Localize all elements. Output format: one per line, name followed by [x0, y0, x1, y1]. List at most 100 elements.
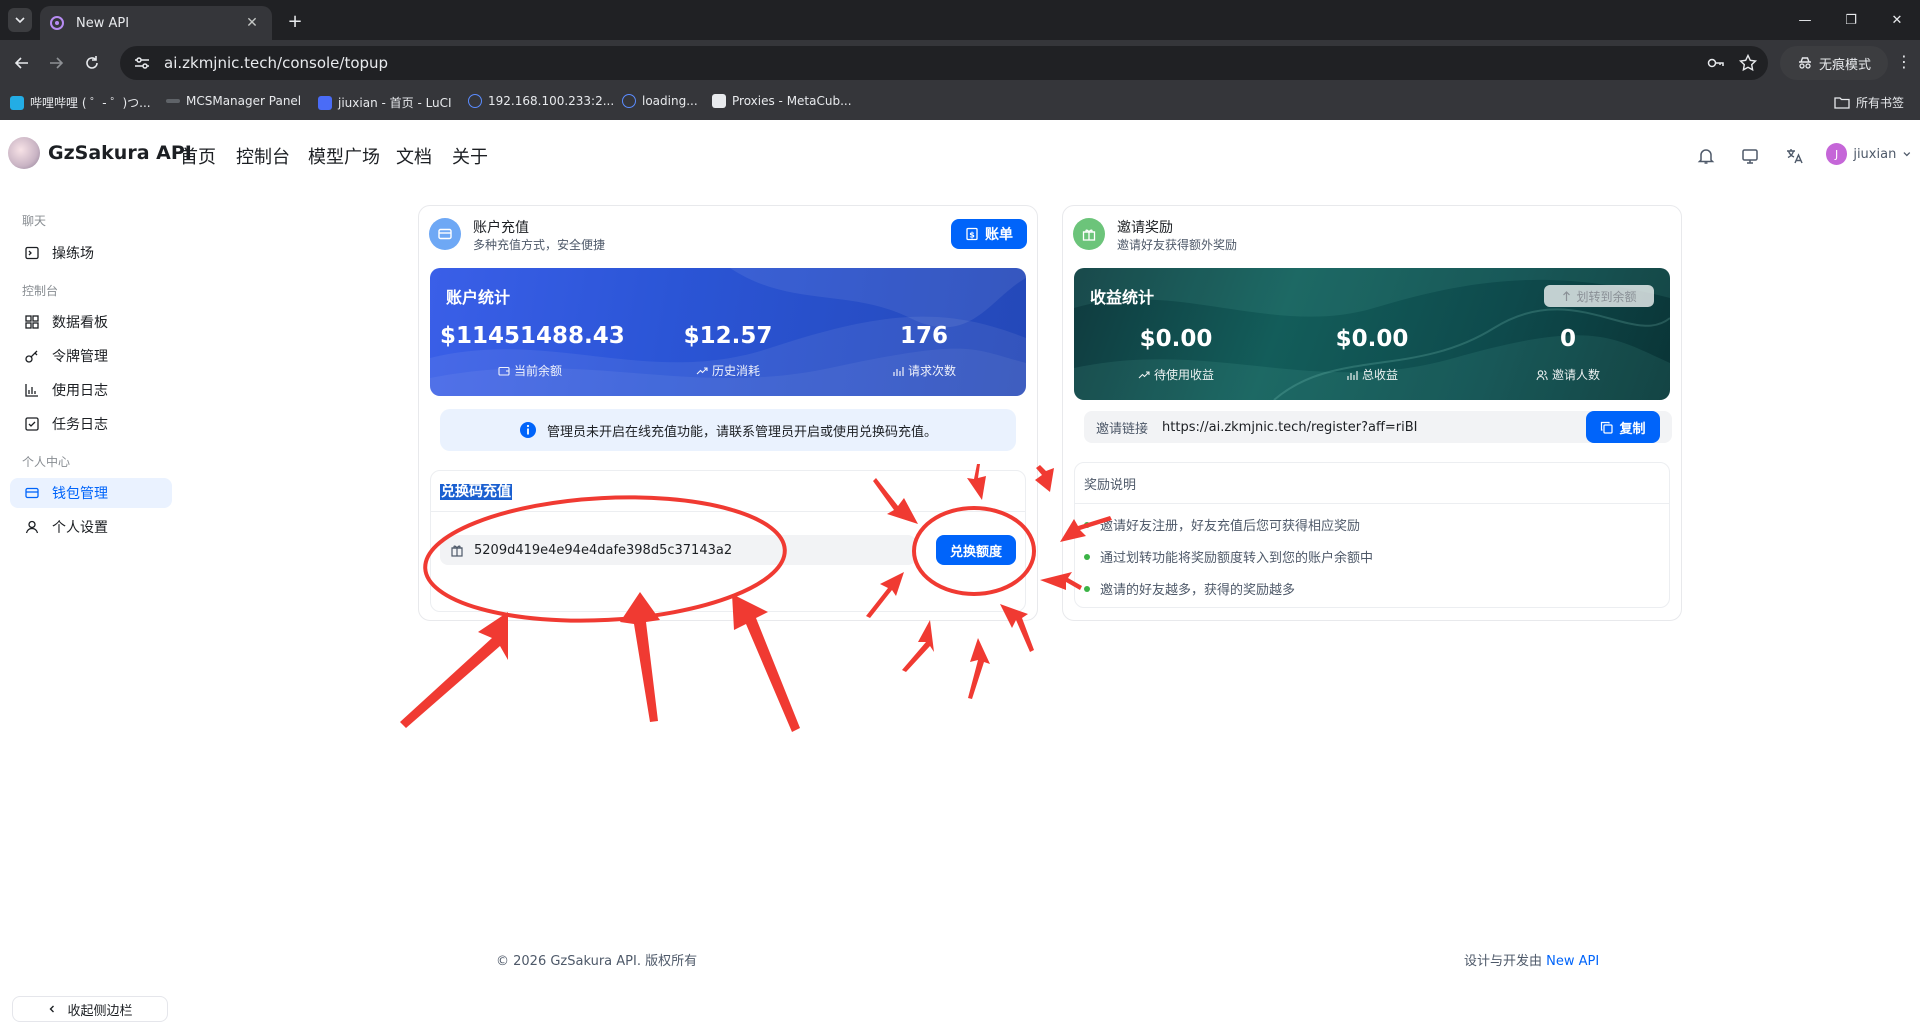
language-button[interactable] — [1778, 140, 1810, 172]
bookmark-item[interactable]: loading... — [622, 94, 698, 108]
requests-label: 请求次数 — [834, 362, 1014, 379]
bookmark-star-icon[interactable] — [1738, 53, 1758, 73]
balance-value: $11451488.43 — [440, 323, 625, 349]
bookmark-item[interactable]: jiuxian - 首页 - LuCI — [318, 94, 452, 111]
incognito-indicator[interactable]: 无痕模式 — [1780, 46, 1888, 80]
all-bookmarks-button[interactable]: 所有书签 — [1834, 94, 1904, 111]
sidebar-item-dashboard[interactable]: 数据看板 — [10, 307, 172, 337]
url-text: ai.zkmjnic.tech/console/topup — [164, 54, 389, 72]
redeem-button[interactable]: 兑换额度 — [936, 535, 1016, 565]
reload-button[interactable] — [78, 50, 106, 76]
nav-about[interactable]: 关于 — [452, 143, 488, 169]
forward-button[interactable] — [42, 50, 70, 76]
spent-label: 历史消耗 — [638, 362, 818, 379]
credit-card-icon — [429, 218, 461, 250]
invite-link-value: https://ai.zkmjnic.tech/register?aff=riB… — [1162, 419, 1418, 435]
sidebar-item-playground[interactable]: 操练场 — [10, 238, 172, 268]
nav-console[interactable]: 控制台 — [236, 143, 290, 169]
site-info-icon[interactable] — [132, 53, 152, 73]
password-key-icon[interactable] — [1706, 53, 1726, 73]
annotation-arrow — [902, 620, 934, 672]
sidebar-section-console: 控制台 — [22, 284, 59, 298]
bilibili-icon — [10, 95, 24, 110]
brand-name[interactable]: GzSakura API — [48, 142, 192, 164]
annotation-arrow — [400, 612, 508, 728]
arrow-right-icon — [50, 57, 64, 69]
spent-value: $12.57 — [683, 323, 773, 349]
bar-chart-icon — [25, 384, 38, 397]
bill-button[interactable]: $ 账单 — [951, 219, 1027, 249]
invite-link-label: 邀请链接 — [1096, 421, 1149, 437]
user-menu[interactable]: J jiuxian — [1820, 138, 1912, 170]
browser-menu-icon[interactable]: ⋮ — [1896, 52, 1912, 71]
reload-icon — [86, 56, 98, 69]
account-stats-title: 账户统计 — [446, 288, 511, 307]
bullet-dot — [1084, 521, 1090, 528]
site-logo[interactable] — [8, 137, 40, 169]
copy-icon — [1601, 421, 1614, 434]
footer-copyright: © 2026 GzSakura API. 版权所有 — [496, 954, 698, 969]
reward-rule-item: 邀请好友注册，好友充值后您可获得相应奖励 — [1084, 515, 1360, 534]
invite-link-field[interactable]: 邀请链接 https://ai.zkmjnic.tech/register?af… — [1084, 411, 1672, 443]
sidebar-item-settings[interactable]: 个人设置 — [10, 512, 172, 542]
close-tab-icon[interactable]: ✕ — [242, 13, 262, 33]
tab-active[interactable]: New API ✕ — [40, 6, 272, 40]
tab-title: New API — [76, 15, 130, 31]
invite-count-label: 邀请人数 — [1478, 366, 1658, 383]
annotation-arrow — [968, 638, 990, 699]
topup-title: 账户充值 — [473, 220, 529, 236]
bookmark-item[interactable]: Proxies - MetaCub... — [712, 94, 852, 108]
nav-docs[interactable]: 文档 — [396, 143, 432, 169]
mcsmanager-icon — [166, 99, 180, 103]
back-button[interactable] — [8, 50, 36, 76]
earnings-stats-title: 收益统计 — [1090, 288, 1155, 307]
incognito-label: 无痕模式 — [1818, 57, 1871, 73]
avatar: J — [1826, 143, 1848, 165]
notification-button[interactable] — [1690, 140, 1722, 172]
nav-models[interactable]: 模型广场 — [308, 143, 380, 169]
invite-subtitle: 邀请好友获得额外奖励 — [1117, 238, 1238, 252]
nav-home[interactable]: 首页 — [180, 143, 216, 169]
bell-icon — [1697, 149, 1715, 164]
chevron-down-icon — [1903, 152, 1911, 157]
restore-icon[interactable]: ❐ — [1828, 0, 1874, 40]
browser-chrome: New API ✕ + — ❐ ✕ ai.zkmjnic.tech/consol… — [0, 0, 1920, 120]
sidebar-item-wallet[interactable]: 钱包管理 — [10, 478, 172, 508]
reward-rules-title: 奖励说明 — [1084, 478, 1137, 493]
luci-icon — [318, 95, 332, 110]
address-bar[interactable]: ai.zkmjnic.tech/console/topup — [120, 46, 1768, 80]
bookmark-item[interactable]: 192.168.100.233:2... — [468, 94, 614, 108]
sidebar-item-task-log[interactable]: 任务日志 — [10, 409, 172, 439]
globe-icon — [468, 94, 482, 108]
redeem-code-input[interactable]: 5209d419e4e94e4dafe398d5c37143a2 — [440, 535, 916, 565]
close-window-icon[interactable]: ✕ — [1874, 0, 1920, 40]
window-controls: — ❐ ✕ — [1782, 0, 1920, 40]
earnings-stats-panel: 收益统计 划转到余额 $0.00 待使用收益 $0.00 总收益 0 邀请人数 — [1074, 268, 1670, 400]
bar-chart-icon — [1347, 370, 1358, 380]
new-tab-button[interactable]: + — [284, 10, 306, 32]
bookmarks-bar: 哔哩哔哩 ( ゜- ゜)つ... MCSManager Panel jiuxia… — [0, 84, 1920, 120]
balance-label: 当前余额 — [440, 362, 620, 379]
collapse-sidebar-button[interactable]: 收起侧边栏 — [12, 996, 168, 1022]
tab-search-button[interactable] — [8, 8, 32, 32]
divider — [431, 511, 1025, 512]
sidebar-item-usage-log[interactable]: 使用日志 — [10, 375, 172, 405]
theme-toggle-button[interactable] — [1734, 140, 1766, 172]
minimize-icon[interactable]: — — [1782, 0, 1828, 40]
copy-link-button[interactable]: 复制 — [1586, 411, 1660, 443]
total-earnings-value: $0.00 — [1335, 326, 1409, 352]
incognito-icon — [1798, 57, 1811, 69]
redeem-title: 兑换码充值 — [440, 484, 512, 500]
bookmark-item[interactable]: MCSManager Panel — [166, 94, 301, 108]
new-api-link[interactable]: New API — [1546, 954, 1599, 969]
sidebar-section-chat: 聊天 — [22, 214, 47, 228]
bookmark-item[interactable]: 哔哩哔哩 ( ゜- ゜)つ... — [10, 94, 151, 111]
translate-icon — [1787, 149, 1803, 164]
trend-up-icon — [696, 366, 708, 374]
transfer-button[interactable]: 划转到余额 — [1544, 285, 1654, 307]
divider — [1075, 503, 1669, 504]
sidebar-item-tokens[interactable]: 令牌管理 — [10, 341, 172, 371]
reward-rule-item: 通过划转功能将奖励额度转入到您的账户余额中 — [1084, 547, 1373, 566]
chevron-down-icon — [15, 17, 25, 24]
footer-powered: 设计与开发由 New API — [1464, 954, 1600, 969]
